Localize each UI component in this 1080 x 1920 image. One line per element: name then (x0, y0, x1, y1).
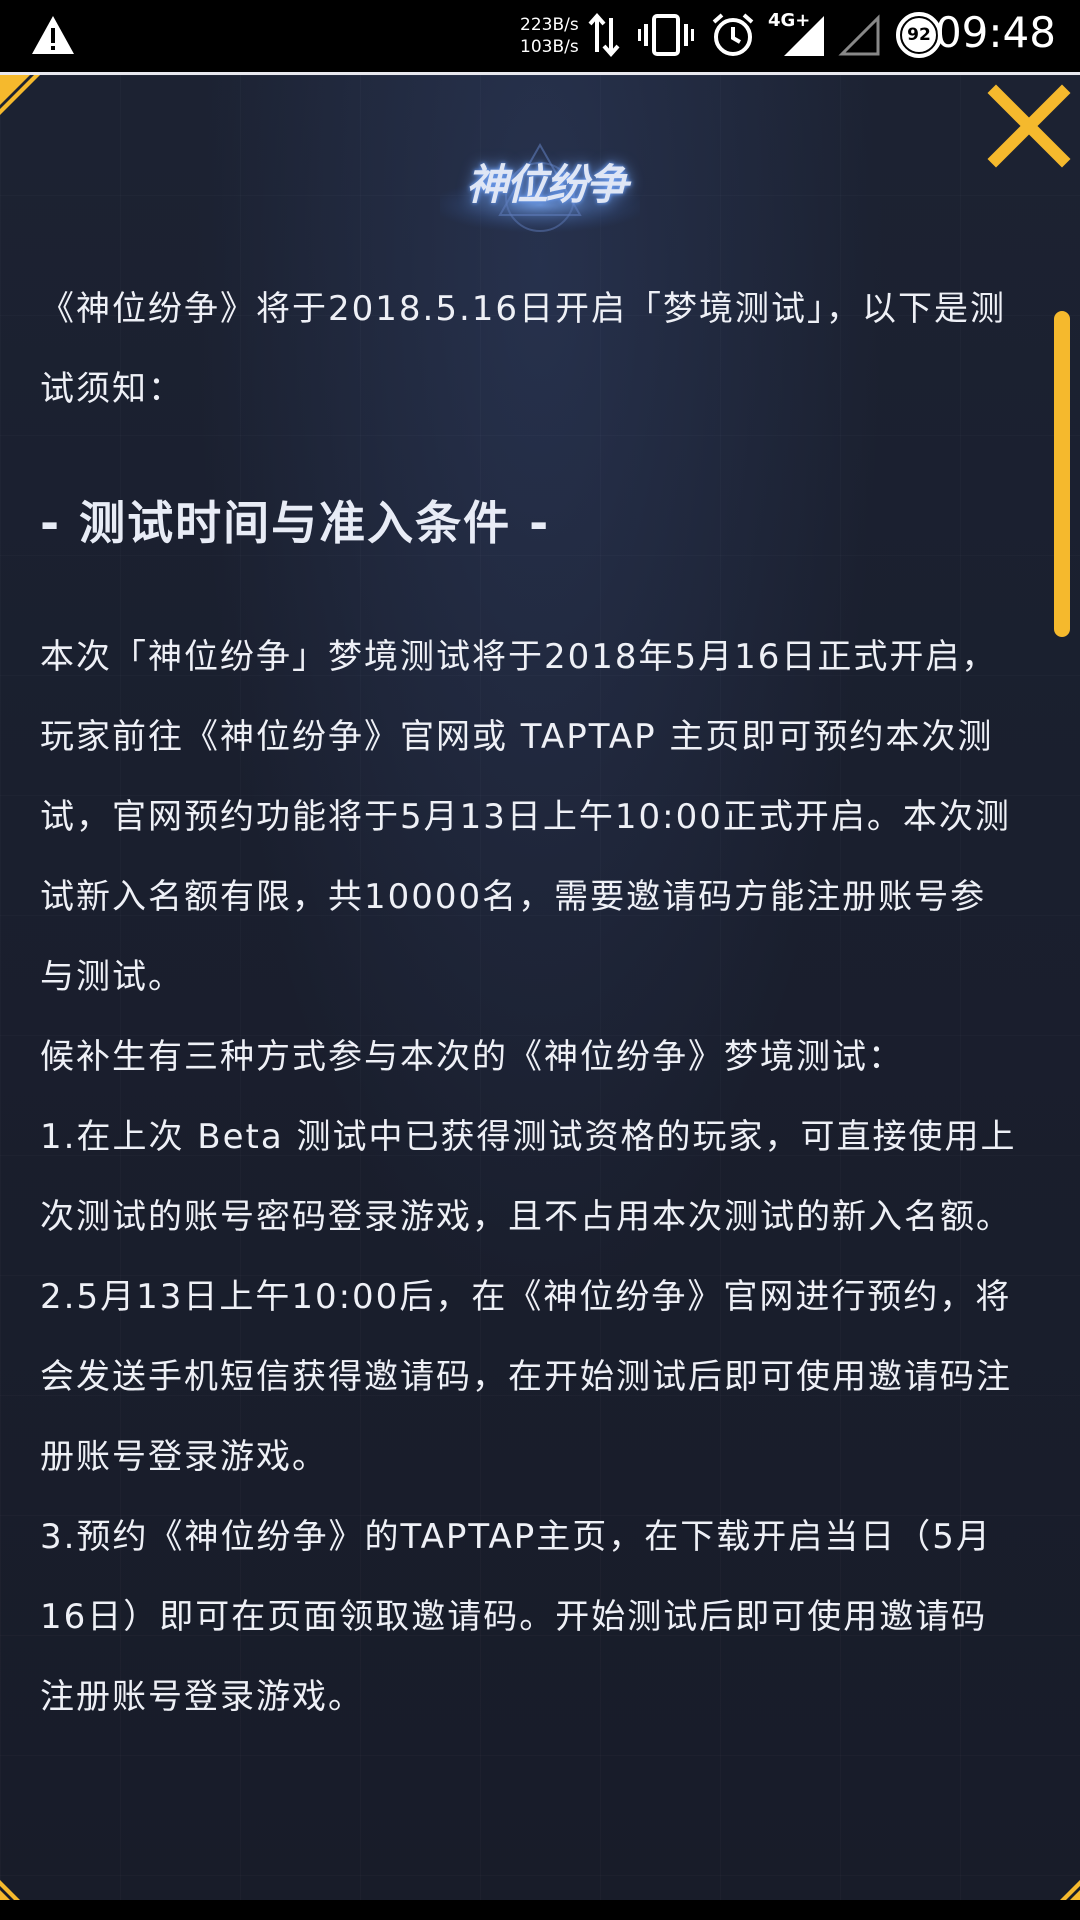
signal-icon (784, 16, 824, 56)
speed-down: 103B/s (520, 37, 579, 57)
paragraph: 2.5月13日上午10:00后，在《神位纷争》官网进行预约，将会发送手机短信获得… (40, 1277, 1012, 1477)
status-bar: 223B/s 103B/s 4G+ 92 09:48 (0, 0, 1080, 72)
notice-panel: 神位纷争 《神位纷争》将于2018.5.16日开启「梦境测试」，以下是测试须知：… (0, 72, 1080, 1920)
network-speed: 223B/s 103B/s (520, 14, 579, 58)
warning-icon (32, 16, 74, 54)
close-icon (987, 84, 1071, 168)
close-button[interactable] (986, 83, 1072, 169)
section-heading: - 测试时间与准入条件 - (40, 496, 551, 550)
scrollbar[interactable] (1054, 311, 1070, 637)
notice-content: 《神位纷争》将于2018.5.16日开启「梦境测试」，以下是测试须知： - 测试… (40, 269, 1020, 1737)
signal-empty-icon (838, 14, 880, 56)
data-transfer-icon (588, 12, 620, 58)
paragraph: 本次「神位纷争」梦境测试将于2018年5月16日正式开启，玩家前往《神位纷争》官… (40, 637, 1011, 997)
corner-decoration-icon (0, 75, 40, 115)
game-logo: 神位纷争 (465, 160, 628, 209)
battery-level: 92 (902, 18, 936, 52)
paragraph: 3.预约《神位纷争》的TAPTAP主页，在下载开启当日（5月16日）即可在页面领… (40, 1517, 992, 1717)
vibrate-icon (638, 14, 694, 56)
alarm-icon (712, 13, 754, 56)
paragraph: 1.在上次 Beta 测试中已获得测试资格的玩家，可直接使用上次测试的账号密码登… (40, 1117, 1017, 1237)
speed-up: 223B/s (520, 15, 579, 35)
bottom-edge (0, 1900, 1080, 1920)
intro-text: 《神位纷争》将于2018.5.16日开启「梦境测试」，以下是测试须知： (40, 289, 1007, 409)
paragraph: 候补生有三种方式参与本次的《神位纷争》梦境测试： (40, 1037, 904, 1077)
status-time: 09:48 (934, 8, 1056, 57)
